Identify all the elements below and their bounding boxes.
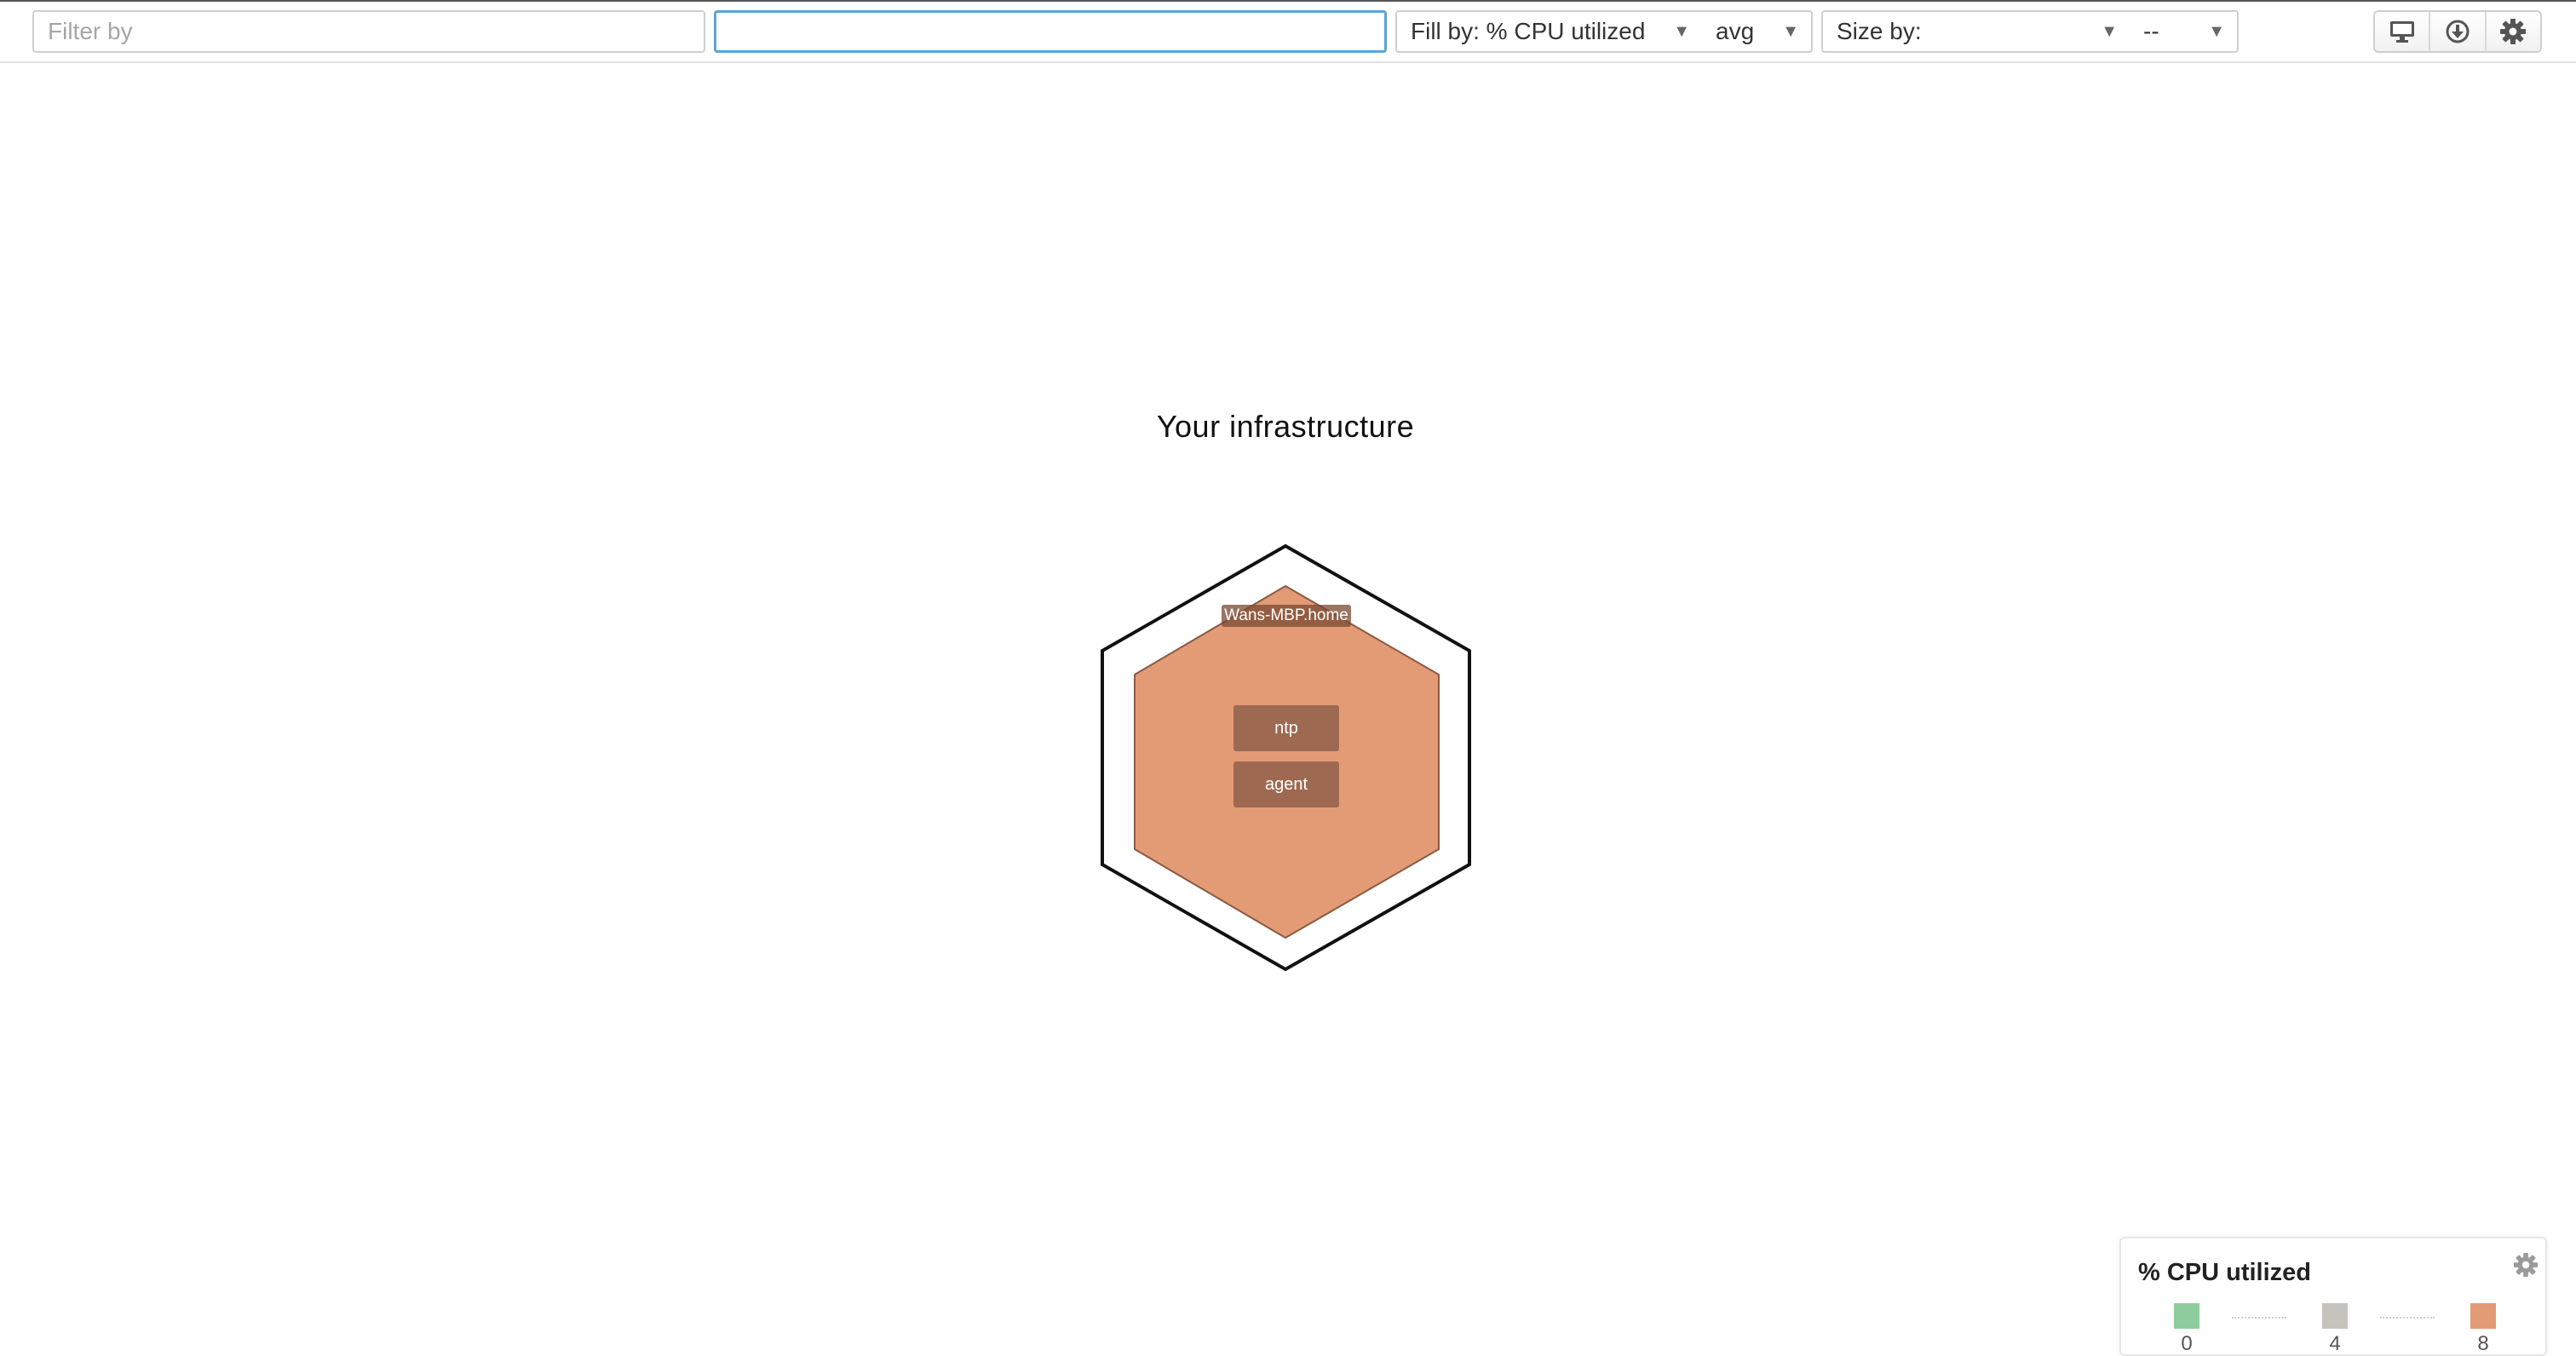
- legend-panel: % CPU utilized 0 4 8: [2119, 1237, 2547, 1356]
- host-map: [1101, 543, 1471, 972]
- group-by-field[interactable]: [714, 10, 1387, 53]
- legend-swatch-high: [2470, 1303, 2496, 1329]
- fill-by-select[interactable]: Fill by: % CPU utilized ▼: [1395, 10, 1704, 53]
- tv-mode-button[interactable]: [2375, 12, 2431, 51]
- monitor-icon: [2389, 21, 2414, 43]
- size-by-label: Size by:: [1837, 18, 1922, 44]
- download-button[interactable]: [2430, 12, 2487, 51]
- legend-tick-high: 8: [2477, 1332, 2489, 1355]
- legend-swatch-mid: [2322, 1303, 2348, 1329]
- chevron-down-icon: ▼: [2101, 22, 2118, 41]
- chevron-down-icon: ▼: [1673, 22, 1690, 41]
- chevron-down-icon: ▼: [2208, 22, 2225, 41]
- filter-field[interactable]: [32, 10, 705, 53]
- size-aggregation-select[interactable]: -- ▼: [2130, 10, 2239, 53]
- app-tag-ntp[interactable]: ntp: [1233, 705, 1339, 751]
- size-by-select[interactable]: Size by: ▼: [1821, 10, 2131, 53]
- app-tag-agent[interactable]: agent: [1233, 761, 1339, 807]
- gear-icon: [2500, 19, 2527, 44]
- group-by-input[interactable]: [730, 14, 1371, 51]
- fill-aggregation-select[interactable]: avg ▼: [1702, 10, 1813, 53]
- view-button-group: [2373, 10, 2542, 53]
- legend-divider: [2232, 1317, 2286, 1319]
- filter-input[interactable]: [48, 12, 690, 51]
- legend-divider: [2380, 1317, 2435, 1319]
- legend-title: % CPU utilized: [2138, 1259, 2312, 1286]
- toolbar: Fill by: % CPU utilized ▼ avg ▼ Size by:…: [0, 0, 2576, 63]
- legend-tick-mid: 4: [2329, 1332, 2341, 1355]
- map-title: Your infrastructure: [1156, 409, 1415, 444]
- settings-button[interactable]: [2487, 12, 2540, 51]
- legend-tick-low: 0: [2181, 1332, 2193, 1355]
- size-aggregation-label: --: [2143, 18, 2159, 44]
- chevron-down-icon: ▼: [1782, 22, 1799, 41]
- legend-swatch-low: [2174, 1303, 2199, 1329]
- download-icon: [2446, 20, 2470, 43]
- fill-by-label: Fill by: % CPU utilized: [1411, 18, 1646, 44]
- legend-settings-button[interactable]: [2513, 1252, 2539, 1282]
- gear-icon: [2513, 1252, 2539, 1278]
- fill-aggregation-label: avg: [1716, 18, 1755, 44]
- host-name-label[interactable]: Wans-MBP.home: [1222, 605, 1351, 627]
